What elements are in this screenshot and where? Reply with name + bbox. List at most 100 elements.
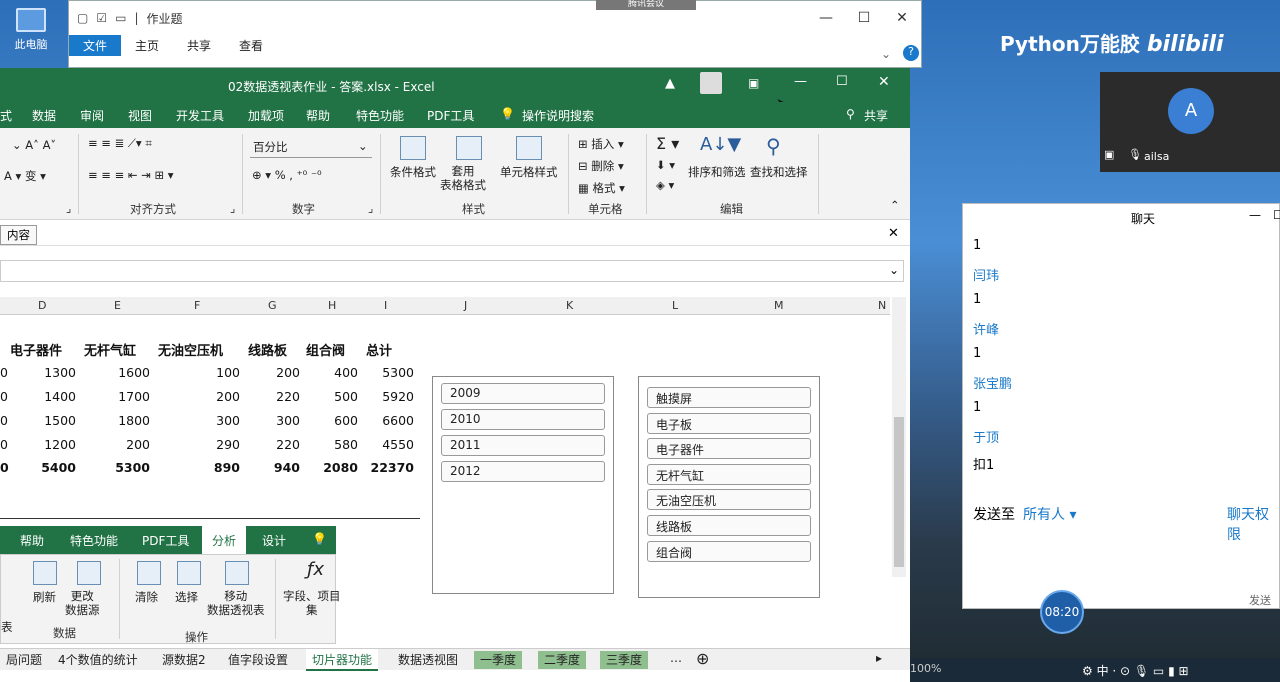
year-slicer[interactable]: 2009 2010 2011 2012 — [432, 376, 614, 594]
warning-icon[interactable]: ▲ — [665, 76, 675, 91]
checkbox-icon[interactable]: ☑ — [96, 11, 107, 25]
table-cell[interactable]: 400 — [298, 365, 358, 380]
font-dialog-launcher-icon[interactable]: ⌟ — [66, 201, 71, 215]
number-format-icons[interactable]: ⊕ ▾ % , ⁺⁰ ⁻⁰ — [252, 168, 322, 182]
tell-me-search[interactable]: 操作说明搜索 — [522, 107, 594, 124]
tab-help[interactable]: 帮助 — [20, 532, 44, 549]
find-search-icon[interactable]: ⚲ — [766, 134, 781, 158]
fill-icon[interactable]: ⬇ ▾ — [656, 158, 675, 172]
vertical-align-icons[interactable]: ≡ ≡ ≣ ⟋▾ ⌗ — [88, 136, 152, 151]
sheet-tab[interactable]: 数据透视图 — [392, 651, 464, 669]
table-cell[interactable]: 0 — [0, 460, 9, 475]
table-cell[interactable]: 1300 — [16, 365, 76, 380]
col-F[interactable]: F — [194, 299, 200, 312]
col-E[interactable]: E — [114, 299, 121, 312]
insert-cells-button[interactable]: ⊞ 插入 ▾ — [578, 136, 624, 152]
tab-pdf-tools[interactable]: PDF工具 — [142, 532, 189, 549]
table-cell[interactable]: 200 — [240, 365, 300, 380]
fields-items-button[interactable]: 字段、项目 集 — [283, 589, 341, 617]
slicer-item-product[interactable]: 无油空压机 — [647, 489, 811, 511]
col-D[interactable]: D — [38, 299, 46, 312]
close-icon[interactable]: ✕ — [878, 74, 890, 90]
table-cell[interactable]: 4550 — [354, 437, 414, 452]
tab-data[interactable]: 数据 — [32, 107, 56, 124]
person-icon[interactable]: ⚲ — [846, 107, 855, 121]
slicer-item-product[interactable]: 线路板 — [647, 515, 811, 536]
sheet-tab[interactable]: 局问题 — [0, 651, 48, 669]
send-to-dropdown[interactable]: 所有人 ▾ — [1023, 504, 1076, 524]
table-cell[interactable]: 5400 — [16, 460, 76, 475]
col-K[interactable]: K — [566, 299, 573, 312]
table-cell[interactable]: 1800 — [90, 413, 150, 428]
table-cell[interactable]: 2080 — [298, 460, 358, 475]
tray-icons[interactable]: ⚙ 中 · ⊙ 🎙 ▭ ▮ ⊞ — [1082, 662, 1189, 679]
sort-filter-button[interactable]: 排序和筛选 — [688, 164, 746, 180]
table-cell[interactable]: 220 — [240, 437, 300, 452]
table-cell[interactable]: 6600 — [354, 413, 414, 428]
select-icon[interactable] — [177, 561, 201, 585]
table-cell[interactable]: 290 — [180, 437, 240, 452]
chevron-down-icon[interactable]: ⌄ — [889, 263, 899, 277]
clear-button[interactable]: 清除 — [135, 589, 158, 605]
slicer-item-product[interactable]: 无杆气缸 — [647, 463, 811, 485]
table-cell[interactable]: 1600 — [90, 365, 150, 380]
close-infobar-icon[interactable]: ✕ — [888, 226, 899, 241]
col-M[interactable]: M — [774, 299, 784, 312]
col-L[interactable]: L — [672, 299, 678, 312]
tab-view[interactable]: 查看 — [225, 35, 277, 56]
header-cell[interactable]: 无杆气缸 — [84, 340, 136, 359]
more-sheets-icon[interactable]: … — [664, 651, 688, 669]
lightbulb-icon[interactable]: 💡 — [500, 107, 515, 121]
excel-window[interactable]: 02数据透视表作业 - 答案.xlsx - Excel ▲ ▣ — ☐ ✕ ➤ … — [0, 68, 910, 682]
table-cell[interactable]: 200 — [90, 437, 150, 452]
font-color-icon[interactable]: A ▾ 变 ▾ — [4, 168, 46, 184]
tab-view[interactable]: 视图 — [128, 107, 152, 124]
table-cell[interactable]: 600 — [298, 413, 358, 428]
change-source-icon[interactable] — [77, 561, 101, 585]
collapse-ribbon-icon[interactable]: ⌃ — [890, 198, 900, 212]
tab-features[interactable]: 特色功能 — [70, 532, 118, 549]
table-cell[interactable]: 300 — [180, 413, 240, 428]
table-cell[interactable]: 1700 — [90, 389, 150, 404]
tab-design[interactable]: 设计 — [262, 532, 286, 549]
tab-share[interactable]: 共享 — [173, 35, 225, 56]
expand-ribbon-icon[interactable]: ⌄ — [881, 47, 891, 61]
conditional-formatting-button[interactable]: 条件格式 — [390, 164, 436, 180]
sheet-tab[interactable]: 值字段设置 — [222, 651, 294, 669]
slicer-item-product[interactable]: 电子器件 — [647, 438, 811, 460]
meeting-video-tile[interactable]: A ▣ 🎙 ailsa — [1100, 72, 1280, 172]
col-I[interactable]: I — [384, 299, 387, 312]
lightbulb-icon[interactable]: 💡 — [312, 532, 327, 546]
horizontal-align-icons[interactable]: ≡ ≡ ≡ ⇤ ⇥ ⊞ ▾ — [88, 168, 174, 182]
help-icon[interactable]: ? — [903, 45, 919, 61]
sheet-tab[interactable]: 一季度 — [474, 651, 523, 669]
tab-file[interactable]: 文件 — [69, 34, 122, 56]
table-cell[interactable]: 890 — [180, 460, 240, 475]
sheet-tab[interactable]: 4个数值的统计 — [52, 651, 144, 669]
table-cell[interactable]: 220 — [240, 389, 300, 404]
product-slicer[interactable]: 触摸屏 电子板 电子器件 无杆气缸 无油空压机 线路板 组合阀 — [638, 376, 820, 598]
format-as-table-icon[interactable] — [456, 136, 482, 160]
tab-formulas[interactable]: 式 — [0, 107, 12, 124]
minimize-icon[interactable]: — — [807, 1, 845, 35]
slicer-item-year[interactable]: 2009 — [441, 383, 605, 404]
cell-styles-button[interactable]: 单元格样式 — [500, 164, 558, 180]
sheet-tab-active[interactable]: 切片器功能 — [306, 649, 379, 671]
scroll-right-icon[interactable]: ▸ — [870, 651, 888, 669]
page-icon[interactable]: ▭ — [115, 11, 126, 25]
table-cell[interactable]: 940 — [240, 460, 300, 475]
col-H[interactable]: H — [328, 299, 336, 312]
sheet-tab[interactable]: 源数据2 — [156, 651, 212, 669]
col-J[interactable]: J — [464, 299, 467, 312]
this-pc-desktop-icon[interactable]: 此电脑 — [0, 0, 62, 66]
table-cell[interactable]: 5920 — [354, 389, 414, 404]
minimize-icon[interactable]: — — [1249, 208, 1261, 222]
vertical-scrollbar[interactable] — [892, 297, 906, 577]
col-G[interactable]: G — [268, 299, 277, 312]
share-button[interactable]: 共享 — [864, 107, 888, 124]
change-source-button[interactable]: 更改 数据源 — [65, 589, 100, 617]
alignment-dialog-launcher-icon[interactable]: ⌟ — [230, 201, 235, 215]
file-explorer-window[interactable]: ▢ ☑ ▭ | 作业题 — ☐ ✕ 文件 主页 共享 查看 ⌄ ? — [68, 0, 922, 68]
add-sheet-icon[interactable]: ⊕ — [690, 649, 715, 668]
header-cell[interactable]: 组合阀 — [306, 340, 345, 359]
